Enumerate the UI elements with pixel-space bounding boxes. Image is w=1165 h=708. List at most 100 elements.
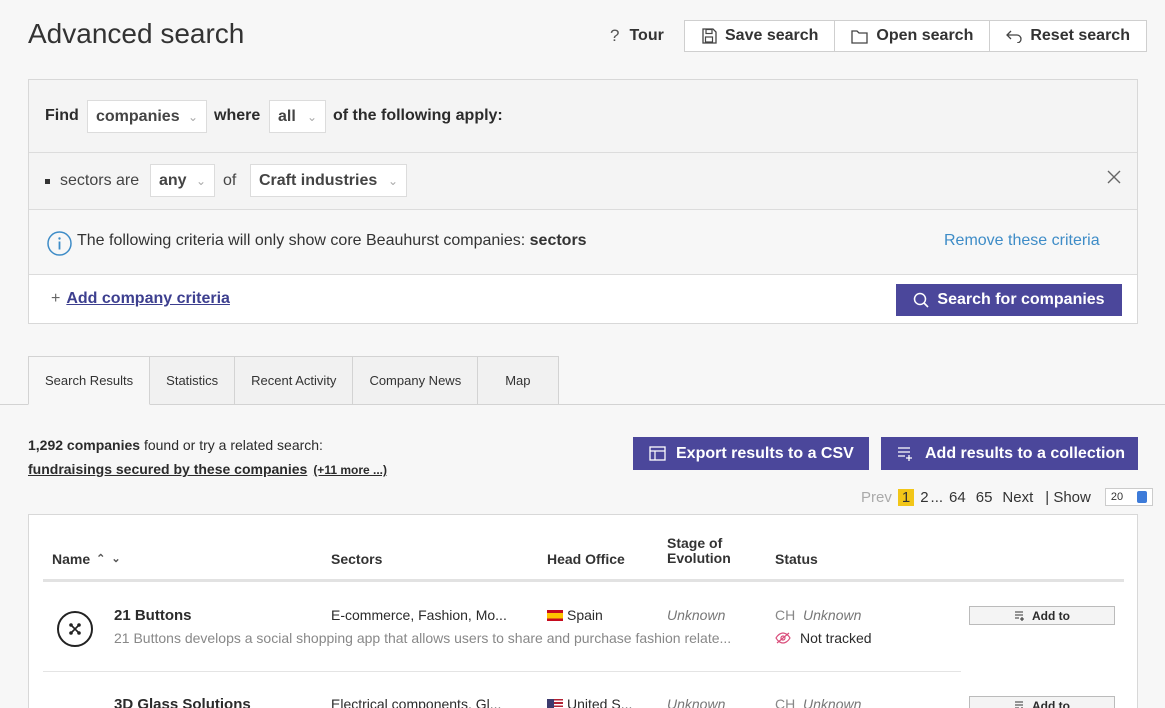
criteria-panel: Find companies ⌄ where all ⌄ of the foll… [28,79,1138,324]
open-search-button[interactable]: Open search [835,21,991,51]
reset-search-button[interactable]: Reset search [990,21,1146,51]
folder-icon [851,29,869,44]
col-header-status: Status [775,551,818,567]
tour-label: Tour [629,27,664,44]
match-select-value: all [278,107,296,125]
company-logo [57,611,93,647]
col-header-stage: Stage of Evolution [667,535,731,566]
add-criteria-row: + Add company criteria Search for compani… [29,275,1137,323]
reset-search-label: Reset search [1030,27,1130,44]
pagination: Prev 1 2 ... 64 65 Next | Show 20 [861,488,1153,506]
page-size-value: 20 [1110,491,1124,503]
tab-company-news[interactable]: Company News [353,356,479,405]
results-summary: 1,292 companies found or try a related s… [28,437,387,478]
info-text-main: The following criteria will only show co… [77,232,530,249]
sector-mode-select[interactable]: any ⌄ [150,164,215,197]
stage-value: Unknown [667,696,726,708]
row-divider [43,671,961,672]
save-search-button[interactable]: Save search [685,21,836,51]
search-actions-group: Save search Open search Reset search [684,20,1147,52]
status-prefix: CH [775,607,796,623]
info-row: The following criteria will only show co… [29,210,1137,275]
playlist-add-icon [1014,700,1026,708]
company-description: 21 Buttons develops a social shopping ap… [114,630,732,646]
add-to-collection-label: Add results to a collection [925,444,1126,462]
company-name-link[interactable]: 3D Glass Solutions [114,696,251,708]
spain-flag-icon [547,610,563,621]
sector-prefix-label: sectors are [60,172,140,189]
page-65-link[interactable]: 65 [976,489,993,506]
chevron-down-icon: ⌄ [195,173,206,188]
find-label: Find [45,107,79,124]
add-to-label: Add to [1032,698,1070,708]
open-search-label: Open search [876,27,974,44]
tab-map[interactable]: Map [478,356,559,405]
sort-asc-icon[interactable]: ⌃ [96,552,105,567]
info-text-bold: sectors [529,232,587,249]
company-name-link[interactable]: 21 Buttons [114,607,192,624]
sector-value-select[interactable]: Craft industries ⌄ [250,164,407,197]
tab-recent-activity[interactable]: Recent Activity [235,356,354,405]
tracking-status[interactable]: Not tracked [775,630,872,646]
col-header-head-office: Head Office [547,551,625,567]
undo-arrow-icon [1006,29,1022,43]
playlist-add-icon [1014,610,1026,621]
page-size-select[interactable]: 20 [1104,488,1153,506]
add-company-criteria-label: Add company criteria [66,290,230,307]
sort-menu-chevron-icon[interactable]: ⌄ [111,552,120,567]
head-office-value: Spain [567,607,603,623]
status-prefix: CH [775,696,796,708]
related-search-line: fundraisings secured by these companies (… [28,461,387,478]
add-to-collection-row-button[interactable]: Add to [969,696,1115,708]
status-value: CH Unknown [775,607,861,623]
col-header-name[interactable]: Name ⌃ ⌄ [52,552,121,567]
show-label: | Show [1045,488,1091,506]
where-label: where [214,107,261,124]
add-to-collection-button[interactable]: Add results to a collection [881,437,1138,470]
plus-icon: + [51,290,61,307]
results-tabs: Search Results Statistics Recent Activit… [28,356,559,405]
page-ellipsis: ... [930,488,944,506]
related-search-link[interactable]: fundraisings secured by these companies [28,461,307,477]
header-divider [43,579,1124,582]
chevron-down-icon: ⌄ [387,173,398,188]
find-row: Find companies ⌄ where all ⌄ of the foll… [29,80,1137,153]
search-button-label: Search for companies [937,291,1105,308]
next-page-link[interactable]: Next [1002,489,1033,506]
results-count: 1,292 companies [28,437,141,453]
usa-flag-icon [547,699,563,708]
bullet-icon [45,179,50,184]
tour-button[interactable]: ? Tour [610,26,664,46]
page-title: Advanced search [28,18,245,49]
add-company-criteria-link[interactable]: + Add company criteria [51,290,230,308]
chevron-down-icon: ⌄ [306,109,317,124]
col-name-label: Name [52,551,91,567]
add-to-collection-row-button[interactable]: Add to [969,606,1115,625]
export-csv-button[interactable]: Export results to a CSV [633,437,869,470]
question-icon: ? [610,26,620,45]
tab-statistics[interactable]: Statistics [150,356,236,405]
results-count-suffix: found or try a related search: [140,437,323,453]
match-select[interactable]: all ⌄ [269,100,326,133]
entity-select[interactable]: companies ⌄ [87,100,207,133]
remove-criterion-close-icon[interactable] [1107,170,1121,184]
sector-mode-value: any [159,171,187,189]
remove-criteria-link[interactable]: Remove these criteria [944,232,1100,250]
eye-slash-icon [775,632,791,644]
save-search-label: Save search [725,27,819,44]
page-2-link[interactable]: 2 [920,489,928,506]
add-to-label: Add to [1032,608,1070,623]
more-related-link[interactable]: (+11 more ...) [313,463,387,477]
company-sectors: E-commerce, Fashion, Mo... [331,607,507,623]
chevron-down-icon: ⌄ [187,109,198,124]
playlist-add-icon [897,446,915,461]
search-for-companies-button[interactable]: Search for companies [896,284,1122,316]
page-64-link[interactable]: 64 [949,489,966,506]
tab-search-results[interactable]: Search Results [28,356,151,405]
sector-value: Craft industries [259,171,378,189]
apply-label: of the following apply: [333,107,503,124]
head-office: Spain [547,607,603,623]
export-csv-label: Export results to a CSV [676,444,854,462]
prev-page-link[interactable]: Prev [861,489,892,506]
search-icon [913,292,929,308]
